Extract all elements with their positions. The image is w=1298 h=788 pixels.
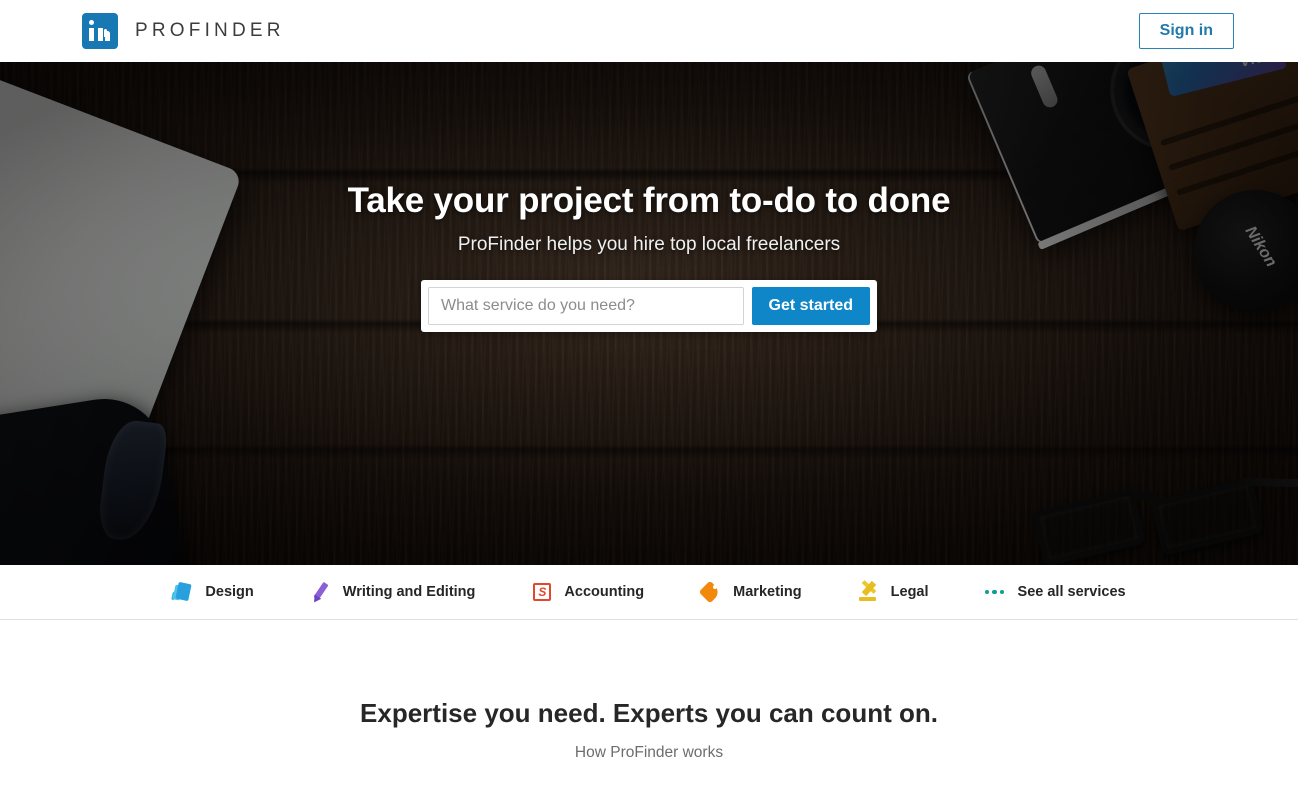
category-see-all-services[interactable]: See all services: [957, 581, 1154, 603]
pencil-icon: [310, 581, 332, 605]
category-label: Writing and Editing: [342, 584, 476, 600]
category-marketing[interactable]: Marketing: [672, 580, 830, 604]
get-started-button[interactable]: Get started: [751, 287, 870, 325]
expertise-title: Expertise you need. Experts you can coun…: [360, 698, 938, 728]
service-search-input[interactable]: [428, 287, 744, 325]
hero-title: Take your project from to-do to done: [347, 181, 951, 220]
category-nav: Design Writing and Editing S Accounting …: [0, 565, 1298, 620]
hero-section: VISA Nikon Take your project from to-do …: [0, 62, 1298, 565]
sign-in-button[interactable]: Sign in: [1138, 12, 1234, 50]
hero-search-bar: Get started: [421, 280, 877, 332]
category-writing-and-editing[interactable]: Writing and Editing: [282, 581, 504, 605]
category-label: Accounting: [564, 584, 645, 600]
category-label: Design: [205, 584, 254, 600]
gavel-icon: [858, 580, 880, 603]
design-cards-icon: [171, 581, 194, 603]
expertise-section: Expertise you need. Experts you can coun…: [0, 620, 1298, 788]
dollar-square-icon: S: [531, 581, 553, 603]
category-legal[interactable]: Legal: [830, 580, 957, 603]
ellipsis-dots-icon: [984, 581, 1007, 603]
expertise-subtitle: How ProFinder works: [574, 744, 724, 761]
category-label: Marketing: [733, 584, 802, 600]
hero-subtitle: ProFinder helps you hire top local freel…: [457, 234, 841, 255]
hero-content: Take your project from to-do to done Pro…: [0, 62, 1298, 332]
linkedin-logo-icon: [82, 13, 118, 49]
category-design[interactable]: Design: [144, 581, 281, 603]
category-label: Legal: [890, 584, 929, 600]
category-accounting[interactable]: S Accounting: [503, 581, 672, 603]
tag-icon: [698, 580, 722, 604]
brand-name: PROFINDER: [135, 20, 285, 41]
site-header: PROFINDER Sign in: [0, 0, 1298, 62]
category-label: See all services: [1017, 584, 1126, 600]
brand-logo[interactable]: PROFINDER: [82, 13, 285, 49]
